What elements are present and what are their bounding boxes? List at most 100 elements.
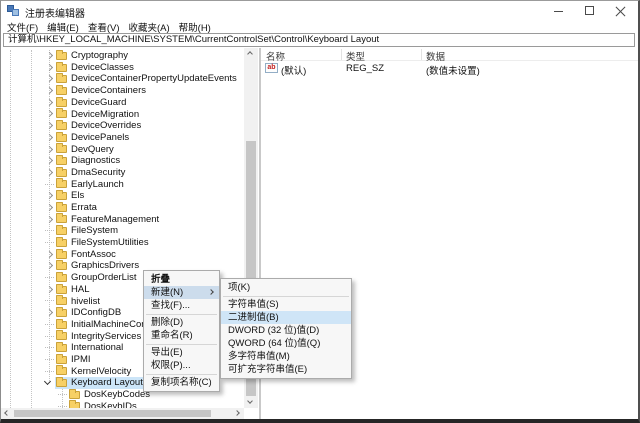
column-header-type[interactable]: 类型 [346,49,365,63]
menu-item-qword-64-q[interactable]: QWORD (64 位)值(Q) [221,337,351,350]
tree-item-devicecontainerpropertyupdateevents[interactable]: DeviceContainerPropertyUpdateEvents [1,73,244,85]
tree-item-errata[interactable]: Errata [1,202,244,214]
menu-item-dword-32-d[interactable]: DWORD (32 位)值(D) [221,324,351,337]
list-header: 名称 类型 数据 [261,48,638,61]
tree-node: HAL [55,284,92,296]
menubar-item-h[interactable]: 帮助(H) [179,20,211,34]
menu-item-e[interactable]: 导出(E) [144,346,219,359]
close-button[interactable] [605,1,636,20]
menubar-item-a[interactable]: 收藏夹(A) [128,20,169,34]
scroll-down-button[interactable] [245,397,256,408]
tree-item-filesystem[interactable]: FileSystem [1,225,244,237]
tree-item-label: FontAssoc [71,249,116,261]
chevron-right-icon[interactable] [46,134,53,141]
menu-item-e[interactable]: 可扩充字符串值(E) [221,363,351,376]
tree-item-cryptography[interactable]: Cryptography [1,50,244,62]
tree-node: GraphicsDrivers [55,260,142,272]
chevron-right-icon[interactable] [46,169,53,176]
menu-item-p[interactable]: 权限(P)... [144,359,219,372]
tree-item-dmasecurity[interactable]: DmaSecurity [1,167,244,179]
chevron-right-icon[interactable] [46,99,53,106]
tree-item-label: DeviceContainers [71,85,146,97]
menu-item-n[interactable]: 新建(N) [144,286,219,299]
tree-item-deviceguard[interactable]: DeviceGuard [1,97,244,109]
chevron-down-icon [247,398,253,404]
chevron-right-icon[interactable] [46,87,53,94]
tree-node: FontAssoc [55,249,119,261]
chevron-down-icon[interactable] [44,378,51,385]
tree-node: DeviceMigration [55,108,142,120]
tree-item-filesystemutilities[interactable]: FileSystemUtilities [1,237,244,249]
tree-item-diagnostics[interactable]: Diagnostics [1,155,244,167]
value-name: (默认) [281,63,306,77]
tree-item-label: DosKeybIDs [84,401,137,408]
folder-icon [56,344,67,352]
tree-item-devicecontainers[interactable]: DeviceContainers [1,85,244,97]
tree-node: International [55,342,126,354]
horizontal-scrollbar-thumb[interactable] [14,410,211,417]
column-separator[interactable] [421,49,422,60]
folder-icon [56,134,67,142]
menubar-item-f[interactable]: 文件(F) [7,20,38,34]
tree-node: GroupOrderList [55,272,139,284]
menu-item-r[interactable]: 重命名(R) [144,329,219,342]
menubar-item-v[interactable]: 查看(V) [88,20,120,34]
tree-item-doskeybids[interactable]: DosKeybIDs [1,401,244,408]
chevron-right-icon[interactable] [46,216,53,223]
tree-item-earlylaunch[interactable]: EarlyLaunch [1,179,244,191]
chevron-right-icon[interactable] [46,262,53,269]
tree-item-devicepanels[interactable]: DevicePanels [1,132,244,144]
column-header-data[interactable]: 数据 [426,49,445,63]
tree-item-devicemigration[interactable]: DeviceMigration [1,108,244,120]
menu-item-d[interactable]: 删除(D) [144,316,219,329]
menu-item-k[interactable]: 项(K) [221,281,351,294]
menu-item-b[interactable]: 二进制值(B) [221,311,351,324]
tree-item-fontassoc[interactable]: FontAssoc [1,249,244,261]
minimize-button[interactable] [543,1,574,20]
folder-icon [56,215,67,223]
chevron-right-icon[interactable] [46,204,53,211]
address-bar-input[interactable]: 计算机\HKEY_LOCAL_MACHINE\SYSTEM\CurrentCon… [3,33,635,47]
chevron-right-icon[interactable] [46,75,53,82]
menu-item-[interactable]: 折叠 [144,273,219,286]
chevron-right-icon[interactable] [46,52,53,59]
scroll-right-button[interactable] [233,408,244,419]
maximize-button[interactable] [574,1,605,20]
chevron-right-icon[interactable] [46,286,53,293]
column-separator[interactable] [341,49,342,60]
tree-item-label: DevQuery [71,144,114,156]
tree-item-devquery[interactable]: DevQuery [1,144,244,156]
folder-icon [56,157,67,165]
chevron-right-icon[interactable] [46,192,53,199]
chevron-right-icon[interactable] [46,251,53,258]
tree-item-featuremanagement[interactable]: FeatureManagement [1,214,244,226]
chevron-right-icon[interactable] [46,145,53,152]
value-row-default[interactable]: ab (默认) REG_SZ (数值未设置) [261,63,638,75]
tree-node: Cryptography [55,50,131,62]
chevron-right-icon[interactable] [46,110,53,117]
tree-node: EarlyLaunch [55,179,127,191]
menu-item-s[interactable]: 字符串值(S) [221,298,351,311]
folder-icon [56,75,67,83]
tree-item-deviceoverrides[interactable]: DeviceOverrides [1,120,244,132]
chevron-right-icon[interactable] [46,64,53,71]
chevron-right-icon[interactable] [46,157,53,164]
title-bar: 注册表编辑器 [1,1,638,20]
menu-item-c[interactable]: 复制项名称(C) [144,376,219,389]
tree-item-els[interactable]: Els [1,190,244,202]
folder-icon [56,192,67,200]
tree-node: DeviceGuard [55,97,129,109]
scroll-left-button[interactable] [1,408,12,419]
column-header-name[interactable]: 名称 [266,49,285,63]
chevron-right-icon[interactable] [46,309,53,316]
tree-horizontal-scrollbar[interactable] [1,408,244,419]
chevron-right-icon[interactable] [46,122,53,129]
tree-item-deviceclasses[interactable]: DeviceClasses [1,62,244,74]
menu-item-m[interactable]: 多字符串值(M) [221,350,351,363]
menu-item-f[interactable]: 查找(F)... [144,299,219,312]
tree-node: DeviceContainerPropertyUpdateEvents [55,73,240,85]
scroll-up-button[interactable] [245,48,256,59]
folder-icon [56,122,67,130]
menubar-item-e[interactable]: 编辑(E) [47,20,79,34]
tree-node: DevicePanels [55,132,132,144]
